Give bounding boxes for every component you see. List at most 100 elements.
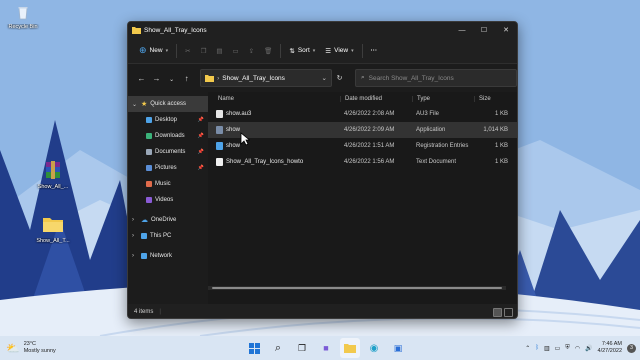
arrow-left-icon: ← bbox=[137, 73, 146, 83]
desktop-icon-winrar[interactable]: Show_All_... bbox=[30, 160, 76, 190]
cut-button[interactable]: ✂ bbox=[180, 42, 195, 60]
scissors-icon: ✂ bbox=[185, 47, 191, 55]
file-list: Name Date modified Type Size show.au3 4/… bbox=[208, 92, 517, 304]
view-toggle bbox=[493, 307, 513, 317]
scrollbar-thumb[interactable] bbox=[212, 287, 502, 289]
minimize-button[interactable]: — bbox=[451, 22, 473, 38]
file-explorer-taskbar-button[interactable] bbox=[340, 338, 360, 358]
column-header-name[interactable]: Name bbox=[208, 96, 340, 102]
tiles-view-button[interactable] bbox=[504, 307, 513, 317]
notification-badge[interactable]: 3 bbox=[627, 343, 636, 353]
chat-button[interactable]: ■ bbox=[316, 338, 336, 358]
display-icon[interactable]: ▭ bbox=[555, 345, 561, 352]
wifi-icon[interactable]: ◠ bbox=[575, 345, 580, 352]
table-row[interactable]: show 4/26/2022 1:51 AM Registration Entr… bbox=[208, 138, 517, 154]
column-header-date[interactable]: Date modified bbox=[340, 96, 412, 102]
file-date: 4/26/2022 2:09 AM bbox=[344, 127, 395, 133]
back-button[interactable]: ← bbox=[134, 74, 149, 83]
network-icon[interactable]: ▥ bbox=[544, 345, 550, 352]
chevron-up-icon[interactable]: ⌃ bbox=[525, 345, 530, 352]
refresh-icon: ↻ bbox=[336, 75, 343, 82]
view-label: View bbox=[334, 47, 349, 54]
volume-icon[interactable]: 🔊 bbox=[585, 345, 592, 352]
sidebar-item-quick-access[interactable]: ⌄ ★ Quick access bbox=[128, 96, 208, 112]
close-button[interactable]: ✕ bbox=[495, 22, 517, 38]
sidebar-item-desktop[interactable]: Desktop 📌 bbox=[128, 112, 208, 128]
sun-cloud-icon: ⛅ bbox=[6, 342, 20, 355]
sidebar-item-this-pc[interactable]: › This PC bbox=[128, 228, 208, 244]
edge-button[interactable]: ◉ bbox=[364, 338, 384, 358]
details-view-button[interactable] bbox=[493, 307, 502, 317]
sidebar-item-label: Music bbox=[155, 181, 171, 187]
divider bbox=[176, 43, 178, 58]
chevron-right-icon[interactable]: › bbox=[132, 253, 138, 259]
breadcrumb[interactable]: Show_All_Tray_Icons bbox=[222, 75, 285, 82]
mouse-cursor-icon bbox=[240, 132, 250, 146]
rename-button[interactable]: ▭ bbox=[228, 42, 244, 60]
desktop-icon-folder[interactable]: Show_All_T... bbox=[30, 214, 76, 244]
maximize-button[interactable]: ☐ bbox=[473, 22, 495, 38]
table-row[interactable]: show 4/26/2022 2:09 AM Application 1,014… bbox=[208, 122, 517, 138]
chevron-down-icon: ⌄ bbox=[169, 76, 175, 83]
sort-button[interactable]: ⇅ Sort ▾ bbox=[284, 42, 320, 60]
bluetooth-icon[interactable]: ᛒ bbox=[535, 345, 539, 351]
column-header-size[interactable]: Size bbox=[474, 96, 512, 102]
view-button[interactable]: ☰ View ▾ bbox=[320, 42, 358, 60]
column-headers: Name Date modified Type Size bbox=[208, 92, 517, 106]
folder-icon bbox=[344, 344, 356, 353]
chevron-right-icon[interactable]: › bbox=[132, 233, 138, 239]
sidebar-item-network[interactable]: › Network bbox=[128, 248, 208, 264]
up-button[interactable]: ↑ bbox=[179, 74, 194, 83]
sidebar-item-onedrive[interactable]: › ☁ OneDrive bbox=[128, 212, 208, 228]
search-input[interactable]: ⌕ Search Show_All_Tray_Icons bbox=[355, 69, 517, 87]
chevron-down-icon[interactable]: ⌄ bbox=[322, 74, 331, 82]
task-view-button[interactable]: ❐ bbox=[292, 338, 312, 358]
forward-button[interactable]: → bbox=[149, 74, 164, 83]
copy-button[interactable]: ❐ bbox=[196, 42, 212, 60]
video-icon bbox=[146, 197, 152, 203]
sidebar-item-pictures[interactable]: Pictures 📌 bbox=[128, 160, 208, 176]
table-row[interactable]: Show_All_Tray_Icons_howto 4/26/2022 1:56… bbox=[208, 154, 517, 170]
delete-button[interactable]: 🗑 bbox=[259, 42, 277, 60]
search-placeholder: Search Show_All_Tray_Icons bbox=[368, 74, 454, 82]
search-button[interactable]: ⌕ bbox=[268, 338, 288, 358]
start-button[interactable] bbox=[244, 338, 264, 358]
divider bbox=[280, 43, 282, 58]
sidebar-item-label: Quick access bbox=[150, 101, 186, 107]
security-icon[interactable]: ⛨ bbox=[565, 345, 570, 352]
sidebar-item-videos[interactable]: Videos bbox=[128, 192, 208, 208]
sidebar-item-music[interactable]: Music bbox=[128, 176, 208, 192]
cloud-icon: ☁ bbox=[141, 217, 148, 224]
share-button[interactable]: ⇪ bbox=[244, 42, 259, 60]
chevron-down-icon: ▾ bbox=[165, 47, 169, 54]
address-bar[interactable]: › Show_All_Tray_Icons ⌄ bbox=[200, 69, 332, 87]
store-icon: ▣ bbox=[393, 342, 403, 353]
refresh-button[interactable]: ↻ bbox=[332, 74, 347, 82]
chevron-right-icon[interactable]: › bbox=[132, 217, 138, 223]
sidebar-item-downloads[interactable]: Downloads 📌 bbox=[128, 128, 208, 144]
file-size: 1 KB bbox=[494, 143, 508, 149]
application-icon bbox=[216, 126, 223, 134]
horizontal-scrollbar[interactable] bbox=[208, 286, 506, 290]
taskbar-apps: ⌕ ❐ ■ ◉ ▣ bbox=[244, 338, 408, 358]
sidebar-item-documents[interactable]: Documents 📌 bbox=[128, 144, 208, 160]
pin-icon: 📌 bbox=[197, 165, 204, 171]
column-header-type[interactable]: Type bbox=[412, 96, 474, 102]
store-button[interactable]: ▣ bbox=[388, 338, 408, 358]
weather-widget[interactable]: ⛅ 23°C Mostly sunny bbox=[0, 341, 120, 355]
desktop-icon-recycle-bin[interactable]: Recycle Bin bbox=[0, 4, 46, 30]
chevron-down-icon[interactable]: ⌄ bbox=[132, 101, 138, 108]
desktop-icon bbox=[146, 117, 152, 123]
recent-locations-button[interactable]: ⌄ bbox=[164, 74, 179, 83]
more-options-button[interactable]: ··· bbox=[366, 42, 383, 60]
sidebar-item-label: OneDrive bbox=[151, 217, 177, 223]
system-tray: ⌃ ᛒ ▥ ▭ ⛨ ◠ 🔊 7:46 AM 4/27/2022 3 bbox=[525, 336, 636, 360]
paste-button[interactable]: ▤ bbox=[211, 42, 227, 60]
star-icon: ★ bbox=[141, 101, 148, 108]
new-button[interactable]: ⊕ New ▾ bbox=[134, 42, 173, 60]
desktop-icon-label: Show_All_T... bbox=[36, 238, 70, 244]
new-label: New bbox=[149, 47, 163, 54]
computer-icon bbox=[141, 233, 147, 239]
clock[interactable]: 7:46 AM 4/27/2022 bbox=[598, 341, 622, 355]
table-row[interactable]: show.au3 4/26/2022 2:08 AM AU3 File 1 KB bbox=[208, 106, 517, 122]
